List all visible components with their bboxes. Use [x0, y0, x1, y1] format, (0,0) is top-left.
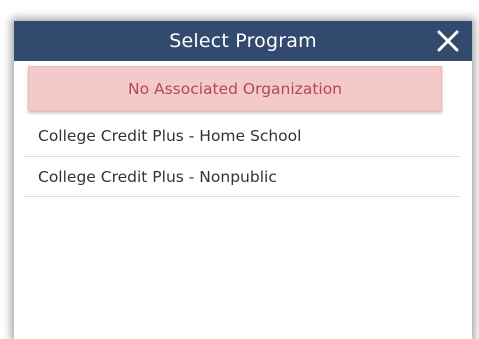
close-button[interactable]: [434, 25, 462, 57]
program-label: College Credit Plus - Home School: [38, 126, 302, 145]
close-icon: [437, 30, 459, 52]
no-organization-alert: No Associated Organization: [28, 66, 442, 111]
alert-message: No Associated Organization: [127, 79, 343, 98]
dialog-title: Select Program: [169, 30, 317, 52]
program-label: College Credit Plus - Nonpublic: [38, 167, 277, 186]
program-list: College Credit Plus - Home School Colleg…: [24, 115, 460, 197]
select-program-dialog: Select Program No Associated Organizatio…: [14, 21, 472, 339]
dialog-header: Select Program: [14, 21, 472, 61]
program-item-home-school[interactable]: College Credit Plus - Home School: [24, 115, 460, 157]
program-item-nonpublic[interactable]: College Credit Plus - Nonpublic: [24, 157, 460, 197]
